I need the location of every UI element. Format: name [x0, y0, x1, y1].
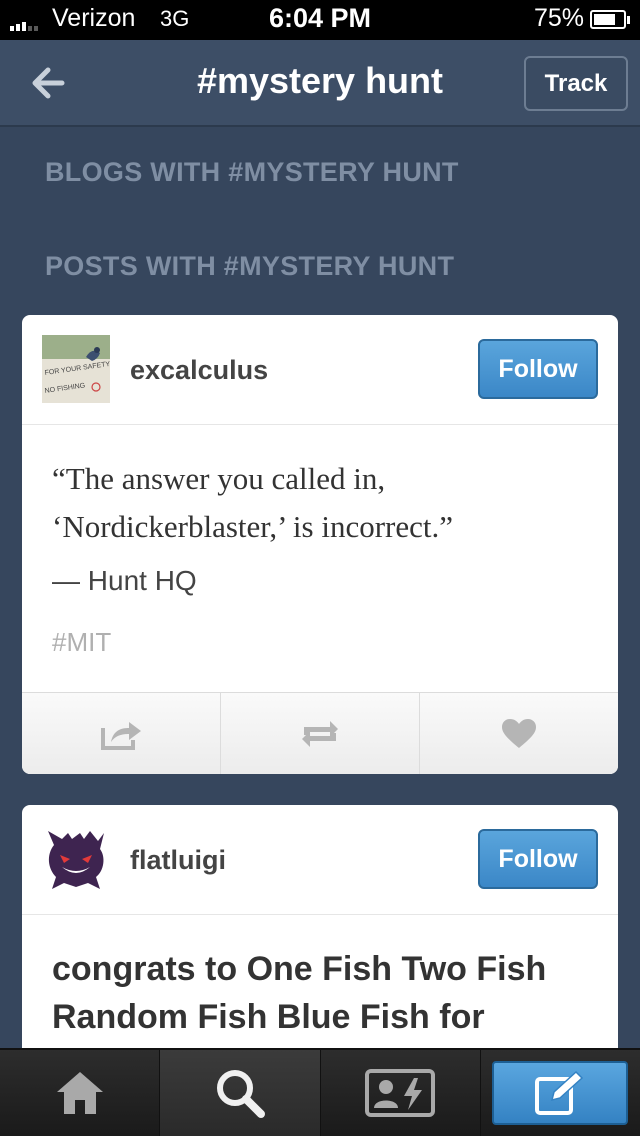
activity-icon [365, 1069, 436, 1117]
quote-line: “The answer you called in, [52, 461, 386, 496]
battery-percent: 75% [533, 4, 584, 32]
post-text-line: Random Fish Blue Fish for [52, 998, 485, 1036]
blogs-section-heading[interactable]: BLOGS WITH #MYSTERY HUNT [45, 157, 459, 188]
quote-line: ‘Nordickerblaster,’ is incorrect.” [52, 509, 453, 544]
share-button[interactable] [22, 693, 221, 774]
tab-bar [0, 1048, 640, 1136]
post-actions [22, 692, 618, 774]
home-icon [56, 1072, 103, 1114]
tab-search[interactable] [160, 1050, 321, 1136]
username[interactable]: excalculus [130, 355, 268, 386]
tab-compose[interactable] [481, 1050, 640, 1136]
tab-home[interactable] [0, 1050, 161, 1136]
reblog-icon [302, 720, 338, 747]
posts-section-heading[interactable]: POSTS WITH #MYSTERY HUNT [45, 251, 454, 282]
like-button[interactable] [420, 693, 618, 774]
track-button[interactable]: Track [524, 56, 628, 111]
heart-icon [502, 718, 536, 748]
compose-button[interactable] [492, 1061, 629, 1125]
search-icon [216, 1070, 265, 1118]
quote-attribution: — Hunt HQ [52, 565, 197, 596]
battery-icon [590, 10, 630, 29]
username[interactable]: flatluigi [130, 845, 226, 876]
share-icon [101, 721, 141, 750]
post-header: flatluigi Follow [22, 805, 618, 915]
avatar[interactable] [42, 825, 110, 893]
post-text: congrats to One Fish Two Fish Random Fis… [52, 945, 612, 1041]
status-bar: Verizon 3G 6:04 PM 75% [0, 0, 640, 40]
tab-activity[interactable] [321, 1050, 481, 1136]
post-tag[interactable]: #MIT [52, 627, 111, 658]
reblog-button[interactable] [221, 693, 420, 774]
follow-button[interactable]: Follow [478, 339, 598, 399]
post-header: FOR YOUR SAFETY NO FISHING excalculus Fo… [22, 315, 618, 425]
follow-button[interactable]: Follow [478, 829, 598, 889]
nav-bar: #mystery hunt Track [0, 40, 640, 127]
post-quote: “The answer you called in, ‘Nordickerbla… [52, 455, 592, 551]
avatar[interactable]: FOR YOUR SAFETY NO FISHING [42, 335, 110, 403]
compose-icon [535, 1070, 584, 1115]
post-card: FOR YOUR SAFETY NO FISHING excalculus Fo… [22, 315, 618, 774]
post-card: flatluigi Follow congrats to One Fish Tw… [22, 805, 618, 1065]
post-text-line: congrats to One Fish Two Fish [52, 950, 547, 988]
